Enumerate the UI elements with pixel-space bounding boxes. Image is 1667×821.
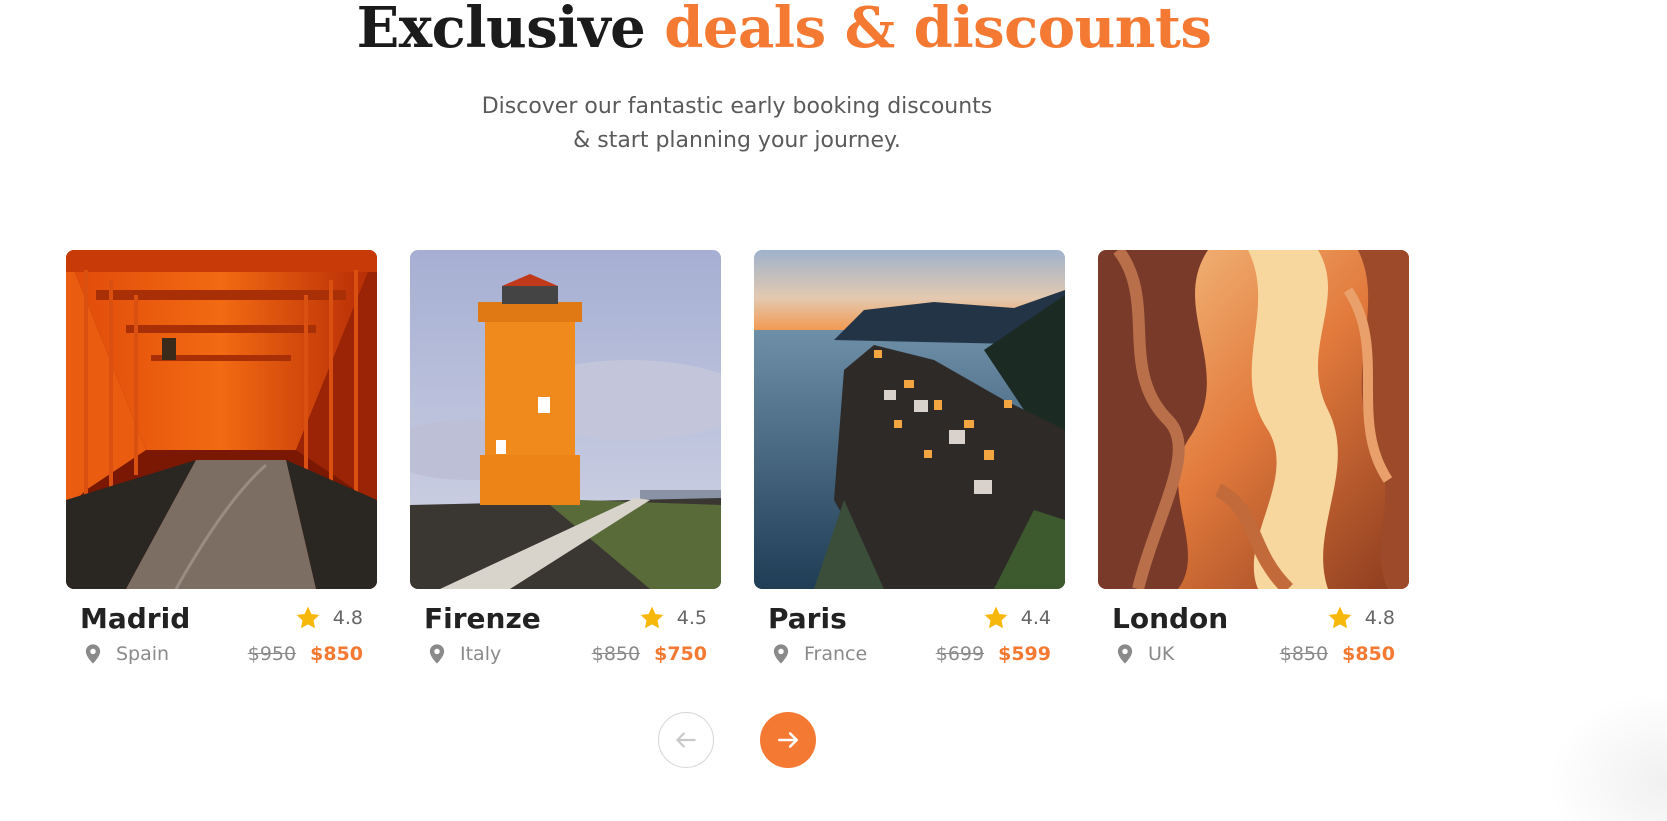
subtitle-line-2: & start planning your journey.: [573, 128, 901, 153]
old-price: $850: [591, 643, 641, 665]
discount-price: $599: [998, 643, 1051, 665]
carousel-next-button[interactable]: [760, 712, 816, 768]
star-icon: [296, 606, 320, 629]
location: Spain: [80, 642, 169, 666]
price-group: $850 $850: [1280, 643, 1395, 665]
location-pin-icon: [773, 644, 789, 664]
star-icon: [984, 606, 1008, 629]
rating: 4.8: [1327, 605, 1395, 631]
rating-value: 4.4: [1020, 607, 1051, 629]
city-name: London: [1112, 601, 1229, 635]
rating-value: 4.5: [676, 607, 707, 629]
destination-card-madrid[interactable]: Madrid 4.8 Spain $950 $850: [66, 250, 377, 669]
destination-card-paris[interactable]: Paris 4.4 France $699 $599: [754, 250, 1065, 669]
location: Italy: [424, 642, 501, 666]
section-subtitle: Discover our fantastic early booking dis…: [0, 90, 1474, 158]
country-name: Spain: [116, 643, 170, 665]
location: UK: [1112, 642, 1174, 666]
city-name: Madrid: [80, 601, 191, 635]
discount-price: $850: [1342, 643, 1395, 665]
country-name: Italy: [460, 643, 502, 665]
country-name: France: [804, 643, 868, 665]
section-title: Exclusive deals & discounts: [0, 0, 1568, 64]
rating: 4.5: [639, 605, 707, 631]
carousel-prev-button[interactable]: [658, 712, 714, 768]
old-price: $699: [935, 643, 985, 665]
destination-card-firenze[interactable]: Firenze 4.5 Italy $850 $750: [410, 250, 721, 669]
old-price: $850: [1279, 643, 1329, 665]
country-name: UK: [1148, 643, 1175, 665]
city-name: Firenze: [424, 601, 541, 635]
rating: 4.4: [983, 605, 1051, 631]
location-pin-icon: [85, 644, 101, 664]
arrow-left-icon: [676, 732, 696, 748]
rating-value: 4.8: [1364, 607, 1395, 629]
old-price: $950: [247, 643, 297, 665]
price-group: $950 $850: [248, 643, 363, 665]
subtitle-line-1: Discover our fantastic early booking dis…: [481, 94, 993, 119]
destination-image[interactable]: [66, 250, 377, 589]
location-pin-icon: [429, 644, 445, 664]
destination-image[interactable]: [754, 250, 1065, 589]
discount-price: $750: [654, 643, 707, 665]
price-group: $699 $599: [936, 643, 1051, 665]
star-icon: [1328, 606, 1352, 629]
destination-card-london[interactable]: London 4.8 UK $850 $850: [1098, 250, 1409, 669]
title-accent: deals & discounts: [664, 0, 1212, 61]
title-plain: Exclusive: [356, 0, 646, 61]
rating-value: 4.8: [332, 607, 363, 629]
location: France: [768, 642, 867, 666]
star-icon: [640, 606, 664, 629]
arrow-right-icon: [778, 732, 798, 748]
rating: 4.8: [295, 605, 363, 631]
city-name: Paris: [768, 601, 847, 635]
price-group: $850 $750: [592, 643, 707, 665]
discount-price: $850: [310, 643, 363, 665]
decorative-shadow: [1547, 690, 1667, 821]
location-pin-icon: [1117, 644, 1133, 664]
destination-image[interactable]: [410, 250, 721, 589]
destination-image[interactable]: [1098, 250, 1409, 589]
